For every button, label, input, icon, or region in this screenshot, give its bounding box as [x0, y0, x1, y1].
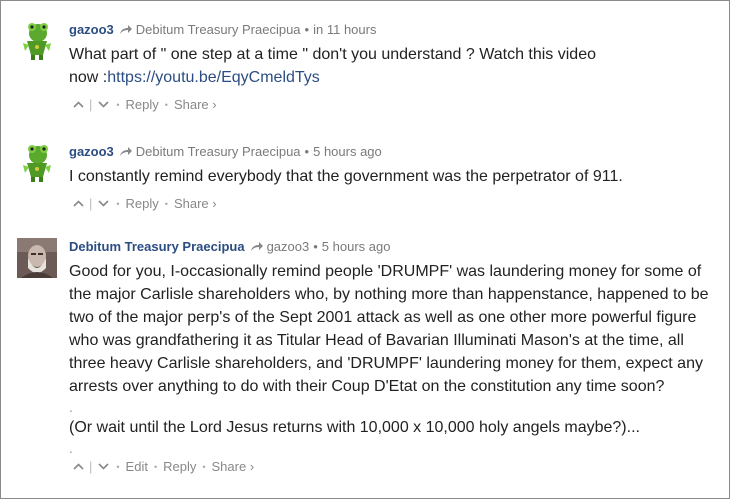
comment-meta: gazoo3 Debitum Treasury Praecipua • 5 hours… [69, 144, 382, 159]
avatar[interactable] [17, 238, 57, 278]
reply-arrow-icon [119, 25, 132, 34]
chevron-down-icon[interactable] [94, 96, 112, 114]
reply-to-name[interactable]: Debitum Treasury Praecipua [136, 144, 301, 159]
avatar[interactable] [17, 143, 57, 183]
video-link[interactable]: https://youtu.be/EqyCmeldTys [107, 69, 320, 86]
reply-button[interactable]: Reply [126, 195, 159, 213]
comment-actions: | • Reply • Share › [69, 194, 719, 213]
comment-meta: Debitum Treasury Praecipua gazoo3 • 5 hours… [69, 239, 391, 254]
share-button[interactable]: Share › [174, 195, 217, 213]
vote-divider: | [89, 458, 93, 474]
author-name[interactable]: gazoo3 [69, 144, 114, 159]
reply-to-name[interactable]: Debitum Treasury Praecipua [136, 22, 301, 37]
comment-actions: | • Reply • Share › [69, 95, 719, 114]
share-button[interactable]: Share › [212, 458, 255, 476]
edit-button[interactable]: Edit [126, 458, 148, 476]
avatar[interactable] [17, 21, 57, 61]
chevron-up-icon[interactable] [69, 458, 87, 476]
chevron-down-icon[interactable] [94, 195, 112, 213]
reply-arrow-icon [119, 147, 132, 156]
vote-divider: | [89, 195, 93, 211]
comment-actions: | • Edit • Reply • Share › [69, 457, 719, 476]
chevron-up-icon[interactable] [69, 195, 87, 213]
chevron-down-icon[interactable] [94, 458, 112, 476]
vote-divider: | [89, 96, 93, 112]
reply-to-name[interactable]: gazoo3 [267, 239, 310, 254]
reply-arrow-icon [250, 242, 263, 251]
author-name[interactable]: gazoo3 [69, 22, 114, 37]
timestamp[interactable]: 5 hours ago [322, 239, 391, 254]
user-photo-icon [17, 238, 57, 278]
share-button[interactable]: Share › [174, 96, 217, 114]
reply-button[interactable]: Reply [126, 96, 159, 114]
frog-avatar-icon [23, 145, 51, 182]
comment-text: I constantly remind everybody that the g… [69, 168, 623, 185]
comment-thread: gazoo3 Debitum Treasury Praecipua • in 11 h… [0, 0, 730, 499]
comment-text: What part of " one step at a time " don'… [69, 46, 596, 86]
comment-text: Good for you, I-occasionally remind peop… [69, 263, 709, 456]
chevron-up-icon[interactable] [69, 96, 87, 114]
timestamp[interactable]: in 11 hours [313, 22, 376, 37]
timestamp[interactable]: 5 hours ago [313, 144, 382, 159]
comment-meta: gazoo3 Debitum Treasury Praecipua • in 11 h… [69, 22, 377, 37]
frog-avatar-icon [23, 23, 51, 60]
author-name[interactable]: Debitum Treasury Praecipua [69, 239, 245, 254]
reply-button[interactable]: Reply [163, 458, 196, 476]
